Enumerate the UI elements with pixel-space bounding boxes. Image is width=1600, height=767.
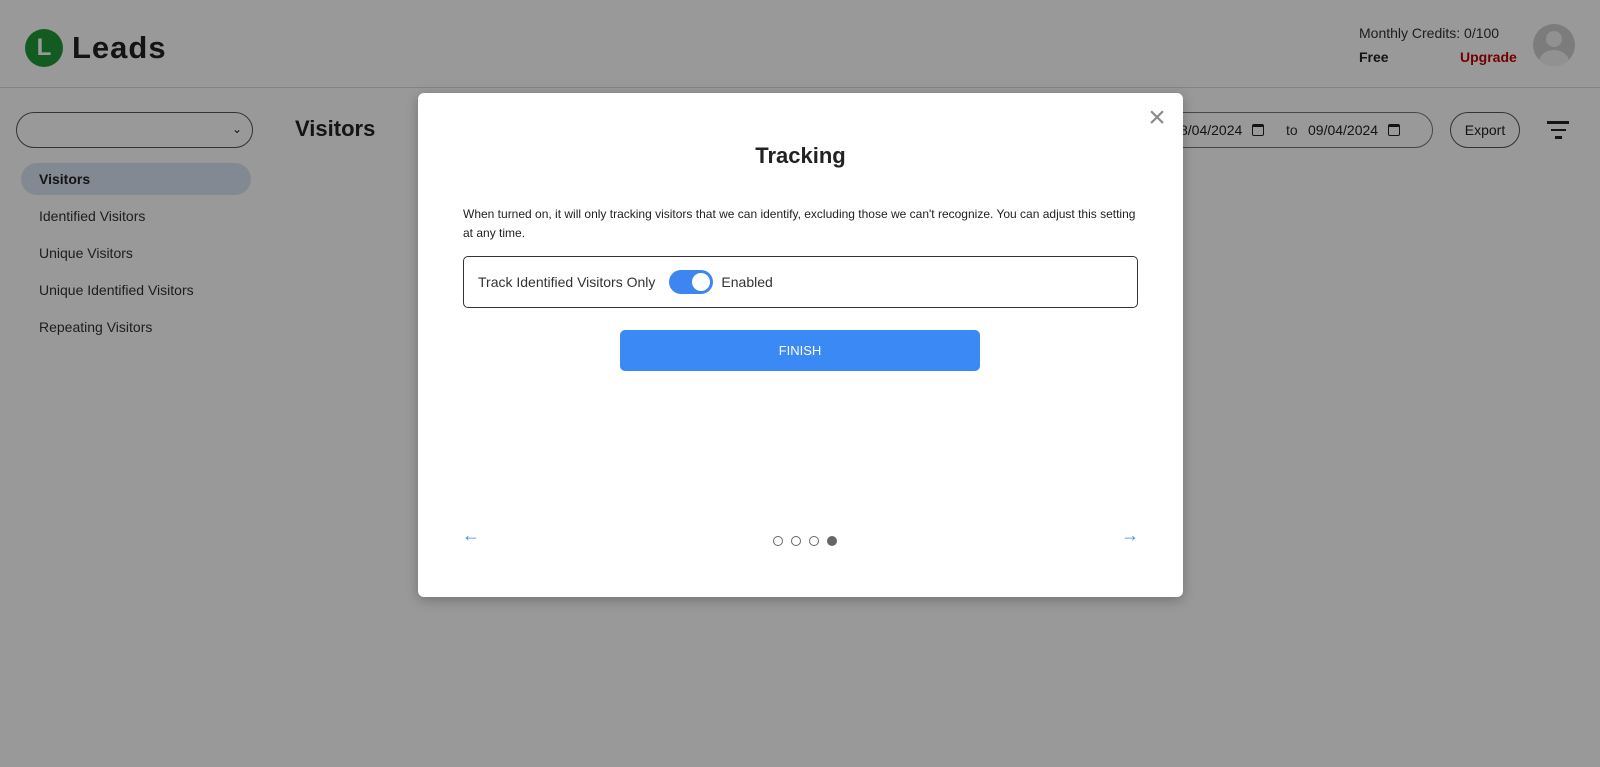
modal-title: Tracking <box>755 143 846 168</box>
modal-description: When turned on, it will only tracking vi… <box>463 207 1136 240</box>
arrow-right-icon[interactable]: → <box>1121 525 1139 545</box>
track-identified-toggle[interactable] <box>669 270 714 294</box>
step-dot-2[interactable] <box>791 536 801 546</box>
toggle-knob <box>692 273 711 291</box>
step-indicator <box>773 536 845 546</box>
toggle-state-label: Enabled <box>721 274 773 290</box>
step-dot-3[interactable] <box>809 536 819 546</box>
toggle-label: Track Identified Visitors Only <box>478 274 656 290</box>
tracking-setting-box: Track Identified Visitors Only Enabled <box>463 256 1138 308</box>
step-dot-1[interactable] <box>773 536 783 546</box>
step-dot-4[interactable] <box>827 536 837 546</box>
arrow-left-icon[interactable]: ← <box>462 525 480 545</box>
tracking-modal: × Tracking When turned on, it will only … <box>418 93 1183 597</box>
finish-button[interactable]: FINISH <box>620 330 980 371</box>
close-icon[interactable]: × <box>1145 103 1169 133</box>
